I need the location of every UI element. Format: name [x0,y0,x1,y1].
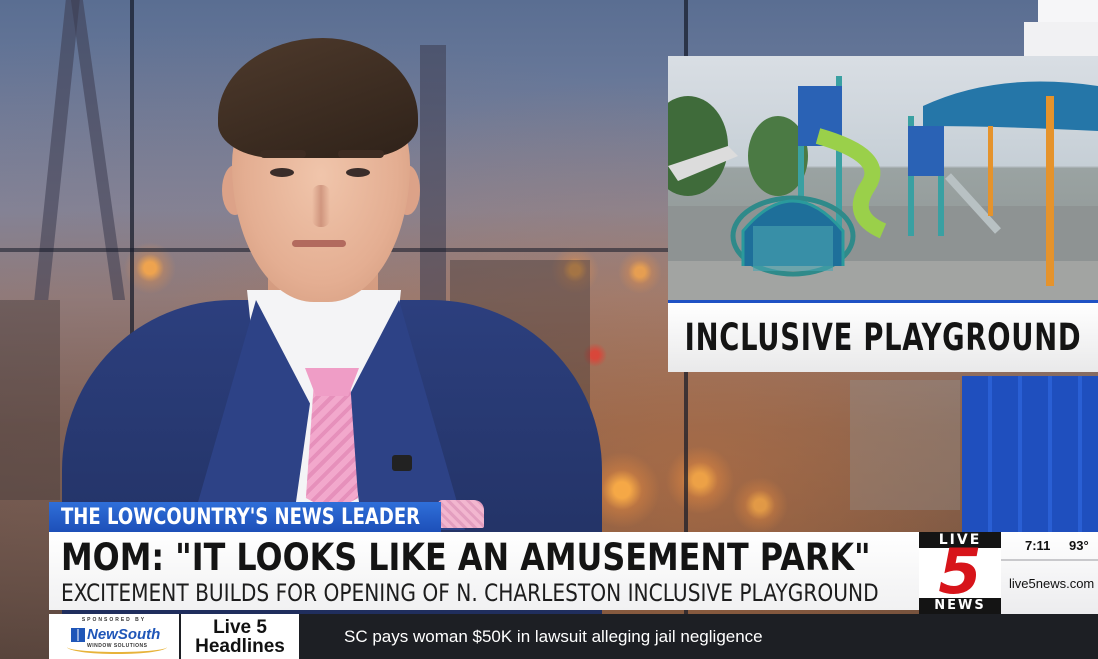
time-weather-box: 7:11 93° live5news.com [1001,532,1098,614]
headline: MOM: "IT LOOKS LIKE AN AMUSEMENT PARK" [61,536,871,579]
news-ticker: SPONSORED BY NewSouth WINDOW SOLUTIONS L… [49,614,1098,659]
ots-label-text: INCLUSIVE PLAYGROUND [684,316,1082,359]
temperature: 93° [1069,538,1089,553]
sponsor-subtitle: WINDOW SOLUTIONS [87,643,148,649]
station-tagline: THE LOWCOUNTRY'S NEWS LEADER [61,504,421,530]
ticker-label-line1: Live 5 [213,616,267,638]
anchor-eye [346,168,370,177]
studio-blue-panel [962,376,1098,536]
clock-time: 7:11 [1025,538,1051,553]
station-tagline-bar: THE LOWCOUNTRY'S NEWS LEADER [49,502,441,532]
anchor-nose [312,185,330,227]
studio-white-panel [1024,22,1098,56]
newsouth-logo-icon [71,628,85,642]
playground-photo [668,56,1098,300]
subheadline: EXCITEMENT BUILDS FOR OPENING OF N. CHAR… [61,579,879,607]
city-building [850,380,960,510]
anchor-eye [270,168,294,177]
playground-illustration [668,76,1098,300]
lapel-mic-icon [392,455,412,471]
anchor-hair [218,38,418,158]
lower-third: MOM: "IT LOOKS LIKE AN AMUSEMENT PARK" E… [49,532,919,610]
live5-logo: LIVE 5 NEWS [919,532,1001,614]
sponsor-caption: SPONSORED BY [81,617,147,623]
anchor-brow [338,150,384,158]
broadcast-frame: INCLUSIVE PLAYGROUND THE LOWCOUNTRY'S NE… [0,0,1098,659]
logo-number: 5 [938,535,982,608]
anchor-mouth [292,240,346,247]
anchor-brow [260,150,306,158]
studio-white-panel [1038,0,1098,22]
pocket-square [438,500,484,528]
sponsor-name: NewSouth [87,626,161,643]
logo-news-text: NEWS [919,598,1001,614]
ots-label-bar: INCLUSIVE PLAYGROUND [668,300,1098,372]
website-url: live5news.com [1009,576,1095,591]
ticker-label: Live 5 Headlines [181,614,299,659]
ticker-headline: SC pays woman $50K in lawsuit alleging j… [344,627,763,646]
over-shoulder-graphic: INCLUSIVE PLAYGROUND [668,56,1098,372]
ticker-label-line2: Headlines [195,635,285,657]
sponsor-box: SPONSORED BY NewSouth WINDOW SOLUTIONS [49,614,179,659]
info-divider [1001,559,1098,561]
